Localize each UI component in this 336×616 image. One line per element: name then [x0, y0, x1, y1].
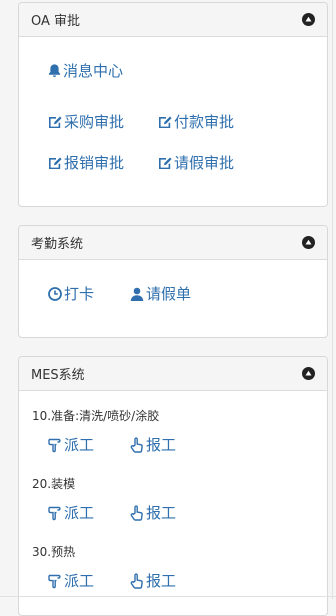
attendance-panel: 考勤系统 打卡 请假单	[18, 225, 328, 338]
mes-step-label: 30.预热	[32, 545, 76, 559]
report-link[interactable]: 报工	[129, 502, 176, 523]
message-center-link[interactable]: 消息中心	[47, 60, 123, 81]
oa-panel-header: OA 审批	[19, 3, 327, 37]
payment-approval-link[interactable]: 付款审批	[157, 111, 234, 132]
leave-approval-link[interactable]: 请假审批	[157, 152, 234, 173]
report-label: 报工	[146, 436, 177, 454]
oa-panel: OA 审批 消息中心 采购审批 付款审批 报销审批 请假审批	[18, 2, 328, 207]
dispatch-link[interactable]: 派工	[47, 434, 94, 455]
collapse-icon[interactable]	[302, 13, 315, 26]
user-icon	[130, 287, 144, 301]
edit-icon	[159, 116, 172, 128]
leave-approval-label: 请假审批	[174, 154, 235, 172]
dispatch-link[interactable]: 派工	[47, 570, 94, 591]
purchase-approval-link[interactable]: 采购审批	[47, 111, 124, 132]
hand-down-icon	[48, 506, 61, 520]
mes-panel: MES系统 10.准备:清洗/喷砂/涂胶 派工 报工 20.装模 派工 报工 3…	[18, 356, 328, 616]
collapse-icon[interactable]	[302, 236, 315, 249]
report-link[interactable]: 报工	[129, 434, 176, 455]
collapse-icon[interactable]	[302, 367, 315, 380]
hand-up-icon	[130, 504, 143, 521]
leave-form-label: 请假单	[146, 285, 192, 303]
reimburse-approval-link[interactable]: 报销审批	[47, 152, 124, 173]
edit-icon	[49, 157, 62, 169]
edit-icon	[159, 157, 172, 169]
dispatch-link[interactable]: 派工	[47, 502, 94, 523]
clock-in-label: 打卡	[64, 285, 95, 303]
hand-down-icon	[48, 574, 61, 588]
dispatch-label: 派工	[64, 572, 95, 590]
payment-approval-label: 付款审批	[174, 113, 235, 131]
clock-in-link[interactable]: 打卡	[47, 283, 94, 304]
scrollbar-edge	[332, 0, 333, 599]
oa-panel-title: OA 审批	[31, 14, 81, 29]
clock-icon	[48, 286, 62, 301]
message-center-label: 消息中心	[63, 62, 124, 80]
hand-up-icon	[130, 436, 143, 453]
attendance-panel-title: 考勤系统	[31, 237, 84, 252]
mes-panel-title: MES系统	[31, 368, 85, 383]
dispatch-label: 派工	[64, 436, 95, 454]
edit-icon	[49, 116, 62, 128]
reimburse-approval-label: 报销审批	[64, 154, 125, 172]
page-bottom-edge	[0, 596, 336, 597]
mes-step-label: 10.准备:清洗/喷砂/涂胶	[32, 409, 160, 423]
report-link[interactable]: 报工	[129, 570, 176, 591]
report-label: 报工	[146, 504, 177, 522]
dispatch-label: 派工	[64, 504, 95, 522]
mes-step-label: 20.装模	[32, 477, 76, 491]
hand-down-icon	[48, 438, 61, 452]
leave-form-link[interactable]: 请假单	[129, 283, 191, 304]
report-label: 报工	[146, 572, 177, 590]
attendance-panel-header: 考勤系统	[19, 226, 327, 260]
mes-panel-header: MES系统	[19, 357, 327, 391]
hand-up-icon	[130, 572, 143, 589]
purchase-approval-label: 采购审批	[64, 113, 125, 131]
bell-icon	[48, 64, 61, 77]
